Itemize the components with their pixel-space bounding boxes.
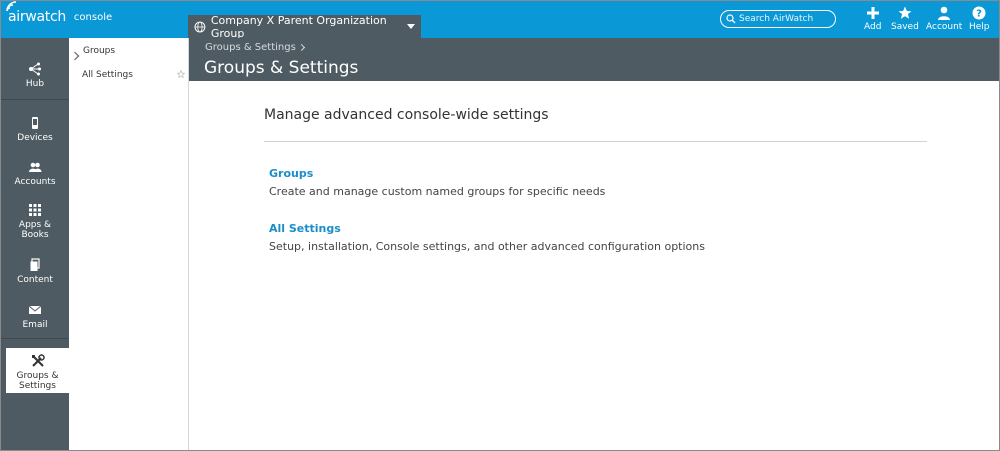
subnav-item-groups[interactable]: Groups [69,45,188,63]
nav-item-email[interactable]: Email [1,303,69,330]
chevron-right-icon [70,51,80,61]
tools-icon [31,354,45,367]
nav-divider [1,338,69,339]
nav-divider [1,99,69,100]
page-header: Groups & Settings Groups & Settings [189,38,999,81]
account-button[interactable]: Account [926,6,962,32]
subnav-label: Groups [83,46,116,56]
chevron-right-icon [297,43,306,52]
all-settings-link[interactable]: All Settings [269,222,341,235]
groups-link[interactable]: Groups [269,167,313,180]
wifi-logo-icon [6,1,17,12]
help-button[interactable]: ? Help [969,6,990,32]
nav-label: Devices [17,133,53,143]
email-icon [28,305,42,314]
subnav-item-all-settings[interactable]: All Settings [82,70,133,80]
organization-group-selector[interactable]: Company X Parent Organization Group [188,13,421,40]
nav-item-hub[interactable]: Hub [1,62,69,89]
subnav-label: All Settings [82,70,133,80]
nav-label: Apps & Books [18,220,52,240]
globe-icon [194,21,206,32]
accounts-icon [29,162,42,172]
nav-label: Content [17,275,53,285]
groups-description: Create and manage custom named groups fo… [269,185,606,198]
nav-label: Groups & Settings [16,371,59,391]
search-icon [726,14,736,24]
search-box[interactable] [720,10,836,28]
help-label: Help [969,22,990,32]
add-label: Add [864,22,882,32]
top-bar: airwatch console Company X Parent Organi… [1,1,999,40]
airwatch-logo[interactable]: airwatch console [6,1,113,25]
all-settings-description: Setup, installation, Console settings, a… [269,240,705,253]
product-name: console [73,12,113,23]
organization-group-label: Company X Parent Organization Group [210,13,387,40]
nav-item-accounts[interactable]: Accounts [1,160,69,187]
plus-icon [866,7,879,19]
help-icon: ? [972,6,986,20]
breadcrumb[interactable]: Groups & Settings [205,42,296,53]
apps-grid-icon [29,204,41,216]
saved-button[interactable]: Saved [891,6,919,32]
main-content: Manage advanced console-wide settings Gr… [189,81,999,450]
main-navigation: Hub Devices Accounts Apps & Books Conten… [1,38,69,450]
chevron-down-icon [407,24,415,29]
saved-label: Saved [891,22,919,32]
main-heading: Manage advanced console-wide settings [264,107,549,123]
nav-item-apps-books[interactable]: Apps & Books [1,203,69,240]
nav-item-content[interactable]: Content [1,258,69,285]
search-input[interactable] [739,14,834,24]
nav-label: Accounts [14,177,56,187]
page-title: Groups & Settings [204,58,359,78]
nav-item-devices[interactable]: Devices [1,116,69,143]
divider [264,141,927,142]
nav-label: Hub [25,79,45,89]
user-icon [938,6,951,20]
secondary-navigation: Groups All Settings [69,38,189,450]
logo-text: airwatch [6,1,66,25]
pin-icon[interactable] [177,70,185,78]
hub-icon [29,62,41,76]
nav-item-groups-settings[interactable]: Groups & Settings [6,348,69,393]
account-label: Account [926,22,963,32]
app-window: airwatch console Company X Parent Organi… [0,0,1000,451]
add-button[interactable]: Add [864,6,881,32]
content-icon [30,258,40,271]
device-icon [32,117,38,129]
nav-label: Email [22,320,48,330]
star-icon [898,6,912,19]
svg-text:?: ? [976,9,982,20]
